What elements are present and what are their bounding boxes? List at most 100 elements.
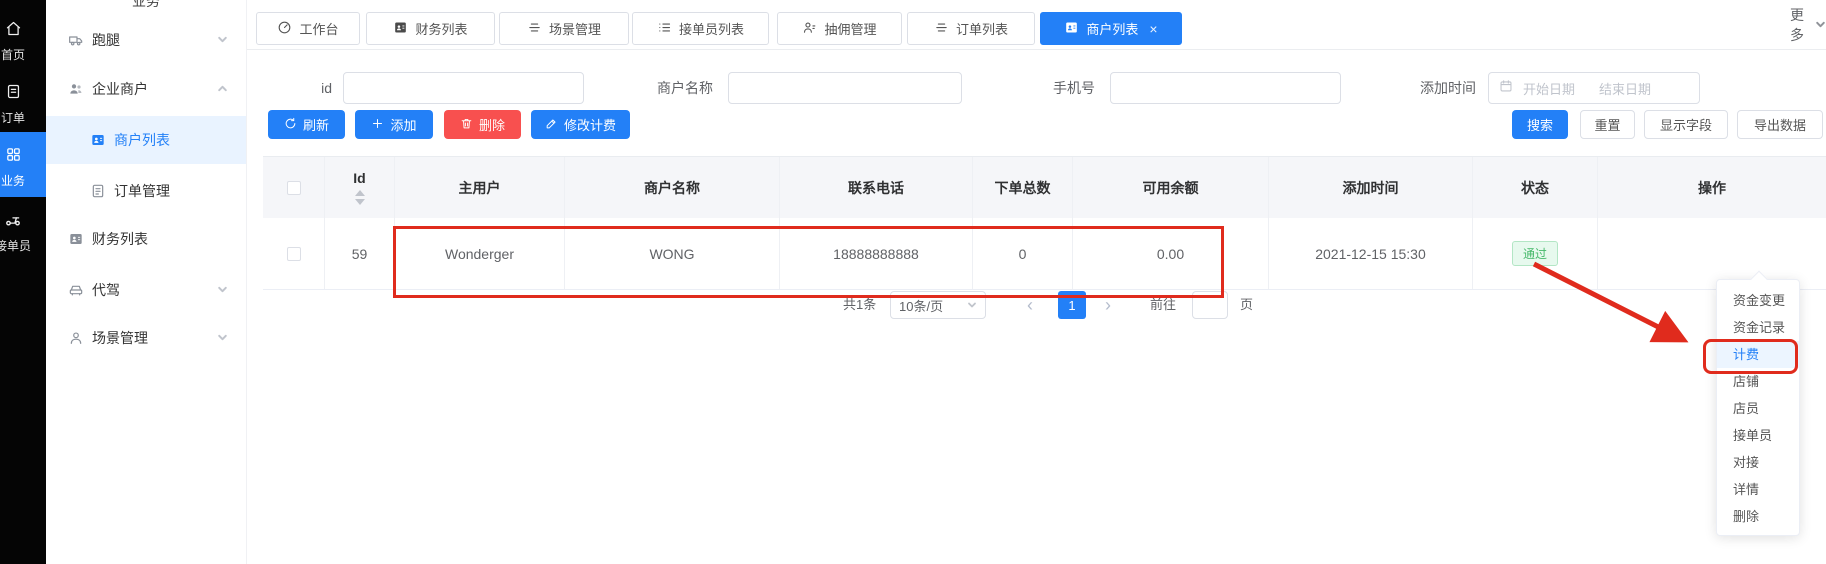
refresh-icon — [284, 117, 297, 133]
export-data-button[interactable]: 导出数据 — [1737, 110, 1823, 139]
tabs-more-button[interactable]: 更多 — [1790, 0, 1826, 50]
car-icon — [68, 282, 84, 298]
apps-grid-icon — [5, 150, 22, 167]
filter-id-input[interactable] — [343, 72, 584, 104]
column-header-merchant-name: 商户名称 — [565, 157, 780, 218]
sidebar-item-order-manage[interactable]: 订单管理 — [46, 171, 246, 211]
filter-phone-input[interactable] — [1110, 72, 1341, 104]
button-label: 重置 — [1594, 115, 1620, 134]
sort-asc-icon[interactable] — [355, 190, 365, 196]
tab-label: 工作台 — [299, 19, 338, 38]
refresh-button[interactable]: 刷新 — [268, 110, 345, 139]
dropdown-item-delete[interactable]: 删除 — [1717, 503, 1799, 530]
users-icon — [68, 81, 84, 97]
current-page-button[interactable]: 1 — [1058, 291, 1086, 319]
button-label: 搜索 — [1527, 115, 1553, 134]
cell-merchant-name: WONG — [565, 218, 780, 289]
button-label: 修改计费 — [564, 115, 616, 134]
sidebar-section-title: 业务 — [46, 0, 246, 11]
sidebar: 业务 跑腿 企业商户 商户列表 订单管理 财务列表 代驾 — [46, 0, 247, 564]
cell-phone: 18888888888 — [780, 218, 973, 289]
sort-desc-icon[interactable] — [355, 199, 365, 205]
date-start-placeholder: 开始日期 — [1523, 79, 1575, 98]
dropdown-item-clerk[interactable]: 店员 — [1717, 395, 1799, 422]
order-list-icon — [5, 87, 22, 104]
sidebar-item-paotui[interactable]: 跑腿 — [46, 20, 246, 60]
filter-time-label: 添加时间 — [1403, 72, 1476, 104]
tab-label: 订单列表 — [956, 19, 1008, 38]
rail-nav: 首页 订单 业务 接单员 — [0, 0, 46, 564]
sidebar-item-enterprise[interactable]: 企业商户 — [46, 69, 246, 109]
sidebar-item-daijia[interactable]: 代驾 — [46, 270, 246, 310]
rail-item-home[interactable]: 首页 — [0, 20, 49, 63]
rail-item-label: 接单员 — [0, 237, 49, 254]
tab-label: 商户列表 — [1086, 19, 1138, 38]
filter-merchant-label: 商户名称 — [640, 72, 713, 104]
page-size-select[interactable]: 10条/页 — [890, 291, 986, 319]
search-button[interactable]: 搜索 — [1512, 110, 1568, 139]
column-header-main-user: 主用户 — [395, 157, 565, 218]
date-range-picker[interactable]: 开始日期 结束日期 — [1488, 72, 1700, 104]
tab-merchant-list-active[interactable]: 商户列表 × — [1040, 12, 1182, 45]
trash-icon — [460, 117, 473, 133]
prev-page-button[interactable]: ‹ — [1018, 291, 1042, 319]
dropdown-item-funds-record[interactable]: 资金记录 — [1717, 314, 1799, 341]
merchant-card-icon — [90, 132, 106, 148]
sidebar-item-label: 场景管理 — [92, 328, 148, 348]
dropdown-item-shop[interactable]: 店铺 — [1717, 368, 1799, 395]
tab-label: 财务列表 — [415, 19, 467, 38]
person-lines-icon — [802, 20, 817, 38]
page-unit-label: 页 — [1240, 290, 1253, 320]
tab-label: 抽佣管理 — [824, 19, 876, 38]
person-icon — [68, 330, 84, 346]
close-icon[interactable]: × — [1149, 21, 1157, 37]
column-header-order-count: 下单总数 — [973, 157, 1073, 218]
rail-item-orders[interactable]: 订单 — [0, 83, 49, 126]
tab-order-list[interactable]: 订单列表 — [907, 12, 1035, 45]
tab-workbench[interactable]: 工作台 — [256, 12, 360, 45]
rail-item-receiver[interactable]: 接单员 — [0, 210, 49, 254]
cell-add-time: 2021-12-15 15:30 — [1269, 218, 1473, 289]
dropdown-item-detail[interactable]: 详情 — [1717, 476, 1799, 503]
rail-item-business[interactable]: 业务 — [0, 146, 49, 189]
button-label: 添加 — [390, 115, 416, 134]
pagination-total: 共1条 — [843, 290, 876, 320]
modify-billing-button[interactable]: 修改计费 — [531, 110, 630, 139]
sidebar-item-label: 财务列表 — [92, 229, 148, 249]
show-fields-button[interactable]: 显示字段 — [1644, 110, 1728, 139]
reset-button[interactable]: 重置 — [1580, 110, 1635, 139]
select-all-checkbox[interactable] — [287, 181, 301, 195]
sidebar-item-scene-manage[interactable]: 场景管理 — [46, 318, 246, 358]
tab-finance-list[interactable]: 财务列表 — [366, 12, 495, 45]
sidebar-item-merchant-list[interactable]: 商户列表 — [46, 120, 246, 160]
sidebar-item-label: 商户列表 — [114, 130, 170, 150]
goto-label: 前往 — [1150, 290, 1176, 320]
button-label: 刷新 — [303, 115, 329, 134]
dropdown-item-receiver[interactable]: 接单员 — [1717, 422, 1799, 449]
next-page-button[interactable]: › — [1096, 291, 1120, 319]
add-button[interactable]: 添加 — [355, 110, 433, 139]
tab-scene-manage[interactable]: 场景管理 — [499, 12, 629, 45]
delete-button[interactable]: 删除 — [444, 110, 521, 139]
filter-merchant-input[interactable] — [728, 72, 962, 104]
cell-id: 59 — [325, 218, 395, 289]
status-badge: 通过 — [1512, 241, 1558, 266]
plus-icon — [371, 117, 384, 133]
home-icon — [5, 24, 22, 41]
dropdown-item-funds-change[interactable]: 资金变更 — [1717, 287, 1799, 314]
dropdown-item-connect[interactable]: 对接 — [1717, 449, 1799, 476]
dropdown-item-billing[interactable]: 计费 — [1717, 341, 1799, 368]
column-header-status: 状态 — [1473, 157, 1598, 218]
sort-control[interactable] — [355, 190, 365, 205]
document-icon — [90, 183, 106, 199]
tab-receiver-list[interactable]: 接单员列表 — [632, 12, 769, 45]
tab-commission[interactable]: 抽佣管理 — [777, 12, 902, 45]
date-end-placeholder: 结束日期 — [1599, 79, 1651, 98]
goto-page-input[interactable] — [1192, 291, 1228, 319]
column-header-phone: 联系电话 — [780, 157, 973, 218]
row-checkbox[interactable] — [287, 247, 301, 261]
tabs-more-label: 更多 — [1790, 5, 1811, 45]
sidebar-item-finance-list[interactable]: 财务列表 — [46, 219, 246, 259]
cell-balance: 0.00 — [1073, 218, 1269, 289]
finance-card-icon — [68, 231, 84, 247]
